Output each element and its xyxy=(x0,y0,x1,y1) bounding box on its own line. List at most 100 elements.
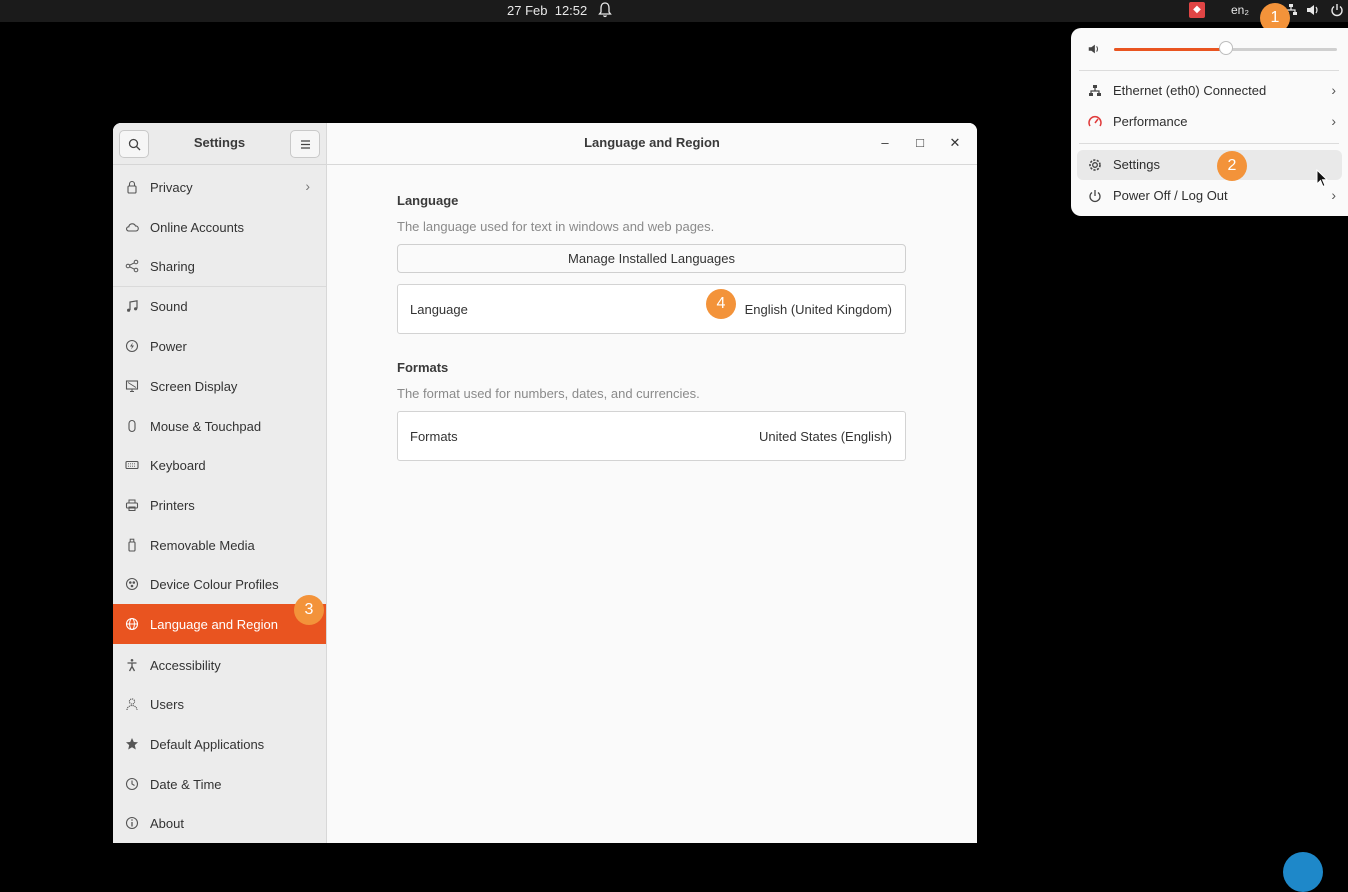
sidebar-item-label: Device Colour Profiles xyxy=(150,577,279,592)
sidebar-item-sound[interactable]: Sound xyxy=(113,286,326,326)
mouse-icon xyxy=(128,419,136,433)
music-note-icon xyxy=(127,300,138,312)
power-off-menu-item[interactable]: Power Off / Log Out › xyxy=(1077,181,1342,211)
quick-settings-menu: Ethernet (eth0) Connected › Performance … xyxy=(1071,28,1348,216)
menu-button[interactable] xyxy=(290,130,320,158)
sidebar-item-device-colour-profiles[interactable]: Device Colour Profiles xyxy=(113,564,326,604)
annotation-badge-4: 4 xyxy=(706,289,736,319)
hamburger-icon xyxy=(301,140,310,149)
language-row-label: Language xyxy=(410,302,468,317)
mouse-cursor-icon xyxy=(1316,169,1328,188)
display-icon xyxy=(125,380,139,392)
clock-date: 27 Feb xyxy=(507,3,548,18)
sidebar-item-label: About xyxy=(150,816,184,831)
sidebar-item-label: Default Applications xyxy=(150,737,265,752)
language-section-description: The language used for text in windows an… xyxy=(397,219,715,234)
sidebar-item-label: Removable Media xyxy=(150,538,255,553)
maximize-button[interactable]: □ xyxy=(912,135,928,151)
power-off-label: Power Off / Log Out xyxy=(1113,188,1228,203)
close-button[interactable]: ✕ xyxy=(947,135,963,151)
clock-time: 12:52 xyxy=(554,3,588,18)
ethernet-menu-item[interactable]: Ethernet (eth0) Connected › xyxy=(1077,76,1342,106)
sidebar-item-label: Privacy xyxy=(150,180,193,195)
power-bolt-icon xyxy=(125,339,139,353)
sidebar-item-keyboard[interactable]: Keyboard xyxy=(113,445,326,485)
info-icon xyxy=(125,816,139,830)
lock-icon xyxy=(127,180,137,194)
sidebar-item-about[interactable]: About xyxy=(113,803,326,843)
volume-icon[interactable] xyxy=(1305,2,1321,18)
formats-row-value: United States (English) xyxy=(759,429,892,444)
gear-icon xyxy=(1089,159,1101,171)
power-icon xyxy=(1089,190,1101,203)
volume-slider[interactable] xyxy=(1114,41,1337,55)
sidebar-item-label: Printers xyxy=(150,498,195,513)
network-wired-icon xyxy=(1089,85,1101,96)
keyboard-layout-indicator[interactable]: en₂ xyxy=(1231,3,1249,17)
language-row[interactable]: Language English (United Kingdom) xyxy=(397,284,906,334)
sidebar-item-screen-display[interactable]: Screen Display xyxy=(113,366,326,406)
chevron-right-icon: › xyxy=(1331,113,1336,129)
performance-label: Performance xyxy=(1113,114,1188,129)
clock[interactable]: 27 Feb 12:52 xyxy=(507,3,587,18)
app-indicator-icon[interactable]: ◆ xyxy=(1189,2,1205,18)
formats-row[interactable]: Formats United States (English) xyxy=(397,411,906,461)
globe-icon xyxy=(125,617,139,631)
sidebar-item-label: Date & Time xyxy=(150,777,222,792)
accessibility-icon xyxy=(127,659,137,672)
sidebar-item-printers[interactable]: Printers xyxy=(113,485,326,525)
colour-icon xyxy=(125,577,139,591)
formats-section-description: The format used for numbers, dates, and … xyxy=(397,386,700,401)
ethernet-label: Ethernet (eth0) Connected xyxy=(1113,83,1267,98)
sidebar-item-label: Screen Display xyxy=(150,379,238,394)
sidebar-item-mouse-touchpad[interactable]: Mouse & Touchpad xyxy=(113,406,326,446)
user-icon xyxy=(126,698,138,711)
sidebar-header: Settings xyxy=(113,123,326,165)
sidebar-item-label: Online Accounts xyxy=(150,220,244,235)
clock-icon xyxy=(125,777,139,791)
manage-installed-languages-button[interactable]: Manage Installed Languages xyxy=(397,244,906,273)
separator xyxy=(1079,70,1339,71)
sidebar-item-users[interactable]: Users xyxy=(113,684,326,724)
volume-icon xyxy=(1088,44,1099,54)
language-row-value: English (United Kingdom) xyxy=(744,302,892,317)
power-profile-icon xyxy=(1088,116,1102,127)
sidebar-item-privacy[interactable]: Privacy › xyxy=(113,167,326,207)
keyboard-icon xyxy=(125,460,139,470)
sidebar-item-power[interactable]: Power xyxy=(113,326,326,366)
star-icon xyxy=(126,738,138,750)
formats-section-title: Formats xyxy=(397,360,449,375)
annotation-badge-3: 3 xyxy=(294,595,324,625)
sidebar-item-accessibility[interactable]: Accessibility xyxy=(113,645,326,685)
sidebar-item-label: Accessibility xyxy=(150,658,221,673)
cloud-icon xyxy=(126,223,139,232)
corner-indicator xyxy=(1283,852,1323,892)
sidebar-item-label: Sound xyxy=(150,299,188,314)
settings-menu-item[interactable]: Settings xyxy=(1077,150,1342,180)
power-icon[interactable] xyxy=(1329,2,1345,18)
sidebar-item-default-applications[interactable]: Default Applications xyxy=(113,724,326,764)
sidebar-item-online-accounts[interactable]: Online Accounts xyxy=(113,207,326,247)
sidebar-item-date-time[interactable]: Date & Time xyxy=(113,764,326,804)
chevron-right-icon: › xyxy=(1331,187,1336,203)
settings-label: Settings xyxy=(1113,157,1160,172)
minimize-button[interactable]: – xyxy=(877,135,893,151)
sidebar: Settings Privacy › Online Accounts Sharing S… xyxy=(113,123,327,843)
top-bar: 27 Feb 12:52 ◆ en₂ xyxy=(0,0,1348,22)
sidebar-item-label: Sharing xyxy=(150,259,195,274)
sidebar-item-label: Keyboard xyxy=(150,458,206,473)
chevron-right-icon: › xyxy=(305,178,310,194)
sidebar-item-removable-media[interactable]: Removable Media xyxy=(113,525,326,565)
bell-icon[interactable] xyxy=(598,1,612,19)
share-icon xyxy=(125,259,139,273)
sidebar-item-label: Power xyxy=(150,339,187,354)
performance-menu-item[interactable]: Performance › xyxy=(1077,107,1342,137)
sidebar-item-label: Mouse & Touchpad xyxy=(150,419,262,434)
sidebar-item-sharing[interactable]: Sharing xyxy=(113,246,326,286)
volume-slider-handle[interactable] xyxy=(1218,41,1233,55)
sidebar-item-label: Language and Region xyxy=(150,617,278,632)
main-header: Language and Region – □ ✕ xyxy=(327,123,977,165)
formats-row-label: Formats xyxy=(410,429,458,444)
annotation-badge-2: 2 xyxy=(1217,151,1247,181)
usb-icon xyxy=(128,538,136,552)
